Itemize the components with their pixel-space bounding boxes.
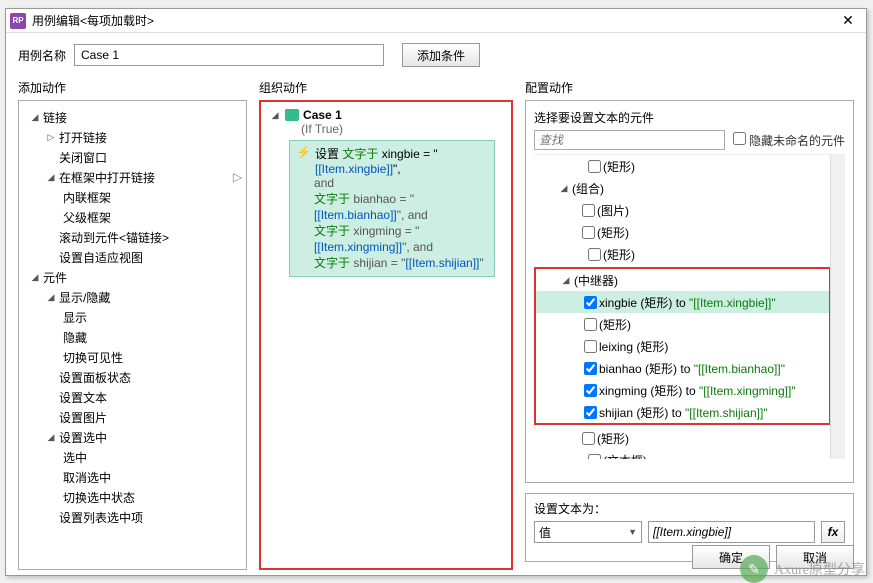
tree-node-widget[interactable]: ◢元件 [21, 267, 244, 287]
tree-node-open-link[interactable]: ▷打开链接 [21, 127, 244, 147]
tree-node-show[interactable]: 显示 [21, 307, 244, 327]
item-leixing[interactable]: leixing (矩形) [536, 335, 829, 357]
case-icon [285, 109, 299, 121]
titlebar: RP 用例编辑<每项加载时> ✕ [6, 9, 866, 33]
case-name-label: 用例名称 [18, 47, 66, 64]
dialog: RP 用例编辑<每项加载时> ✕ 用例名称 添加条件 添加动作 ◢链接 ▷打开链… [5, 8, 867, 576]
item-rect1[interactable]: (矩形) [534, 221, 845, 243]
organize-column: 组织动作 ◢ Case 1 (If True) ⚡ [259, 79, 513, 570]
tree-node-open-in-frame[interactable]: ◢在框架中打开链接▷ [21, 167, 244, 187]
tree-node-link[interactable]: ◢链接 [21, 107, 244, 127]
tree-node-selected[interactable]: 选中 [21, 447, 244, 467]
item-rect0[interactable]: (矩形) [534, 155, 845, 177]
add-action-header: 添加动作 [18, 79, 247, 96]
case-name: Case 1 [303, 108, 342, 122]
tree-node-inline-frame[interactable]: 内联框架 [21, 187, 244, 207]
name-row: 用例名称 添加条件 [18, 43, 854, 67]
value-type-select[interactable]: 值▼ [534, 521, 642, 543]
close-button[interactable]: ✕ [834, 11, 862, 31]
watermark-icon: ✎ [740, 555, 768, 583]
watermark: ✎ Axure原型分享 [740, 555, 865, 583]
item-repeater[interactable]: ◢(中继器) [536, 269, 829, 291]
case-condition: (If True) [301, 122, 503, 136]
item-textbox[interactable]: (文本框) [534, 449, 845, 459]
add-condition-button[interactable]: 添加条件 [402, 43, 480, 67]
set-text-label: 设置文本为： [534, 500, 845, 517]
tree-node-hide[interactable]: 隐藏 [21, 327, 244, 347]
actions-tree: ◢链接 ▷打开链接 关闭窗口 ◢在框架中打开链接▷ 内联框架 父级框架 滚动到元… [19, 101, 246, 533]
content: 用例名称 添加条件 添加动作 ◢链接 ▷打开链接 关闭窗口 ◢在框架中打开链接▷… [6, 33, 866, 580]
tree-node-set-text[interactable]: 设置文本 [21, 387, 244, 407]
item-rect4[interactable]: (矩形) [534, 427, 845, 449]
action-set-text[interactable]: ⚡ 设置 文字于 xingbie = "[[Item.xingbie]]", a… [289, 140, 495, 277]
value-input[interactable] [648, 521, 815, 543]
tree-node-list-sel[interactable]: 设置列表选中项 [21, 507, 244, 527]
tree-node-deselected[interactable]: 取消选中 [21, 467, 244, 487]
tree-node-toggle-vis[interactable]: 切换可见性 [21, 347, 244, 367]
tree-node-close-window[interactable]: 关闭窗口 [21, 147, 244, 167]
item-xingbie[interactable]: xingbie (矩形) to "[[Item.xingbie]]" [536, 291, 829, 313]
item-shijian[interactable]: shijian (矩形) to "[[Item.shijian]]" [536, 401, 829, 423]
repeater-highlight: ◢(中继器) xingbie (矩形) to "[[Item.xingbie]]… [534, 267, 831, 425]
fx-button[interactable]: fx [821, 521, 845, 543]
watermark-text: Axure原型分享 [774, 559, 865, 579]
app-icon: RP [10, 13, 26, 29]
organize-header: 组织动作 [259, 79, 513, 96]
config-panel: 选择要设置文本的元件 隐藏未命名的元件 (矩形) ◢(组合) (图片) (矩形) [525, 100, 854, 483]
config-column: 配置动作 选择要设置文本的元件 隐藏未命名的元件 (矩形) ◢(组合) (图片) [525, 79, 854, 570]
tree-node-show-hide[interactable]: ◢显示/隐藏 [21, 287, 244, 307]
tree-node-adaptive-view[interactable]: 设置自适应视图 [21, 247, 244, 267]
config-header: 配置动作 [525, 79, 854, 96]
tree-node-parent-frame[interactable]: 父级框架 [21, 207, 244, 227]
item-rect3[interactable]: (矩形) [536, 313, 829, 335]
actions-panel: ◢链接 ▷打开链接 关闭窗口 ◢在框架中打开链接▷ 内联框架 父级框架 滚动到元… [18, 100, 247, 570]
item-bianhao[interactable]: bianhao (矩形) to "[[Item.bianhao]]" [536, 357, 829, 379]
item-group1[interactable]: ◢(组合) [534, 177, 845, 199]
item-rect2[interactable]: (矩形) [534, 243, 845, 265]
organize-panel: ◢ Case 1 (If True) ⚡ 设置 文字于 xingbie = "[… [259, 100, 513, 570]
add-action-column: 添加动作 ◢链接 ▷打开链接 关闭窗口 ◢在框架中打开链接▷ 内联框架 父级框架… [18, 79, 247, 570]
hide-unnamed-label[interactable]: 隐藏未命名的元件 [733, 132, 845, 149]
tree-node-set-selected[interactable]: ◢设置选中 [21, 427, 244, 447]
window-title: 用例编辑<每项加载时> [32, 12, 834, 29]
search-input[interactable] [534, 130, 725, 150]
scrollbar[interactable] [830, 155, 845, 459]
select-widget-title: 选择要设置文本的元件 [534, 109, 845, 126]
widget-tree: (矩形) ◢(组合) (图片) (矩形) (矩形) ◢(中继器) xingbie… [534, 154, 845, 459]
hide-unnamed-checkbox[interactable] [733, 132, 746, 145]
tree-node-toggle-sel[interactable]: 切换选中状态 [21, 487, 244, 507]
tree-node-scroll-to[interactable]: 滚动到元件<锚链接> [21, 227, 244, 247]
case-name-input[interactable] [74, 44, 384, 66]
item-xingming[interactable]: xingming (矩形) to "[[Item.xingming]]" [536, 379, 829, 401]
columns: 添加动作 ◢链接 ▷打开链接 关闭窗口 ◢在框架中打开链接▷ 内联框架 父级框架… [18, 79, 854, 570]
tree-node-set-image[interactable]: 设置图片 [21, 407, 244, 427]
item-image[interactable]: (图片) [534, 199, 845, 221]
tree-node-panel-state[interactable]: 设置面板状态 [21, 367, 244, 387]
case-block[interactable]: ◢ Case 1 (If True) ⚡ 设置 文字于 xingbie = "[… [261, 102, 511, 283]
bolt-icon: ⚡ [296, 145, 311, 176]
